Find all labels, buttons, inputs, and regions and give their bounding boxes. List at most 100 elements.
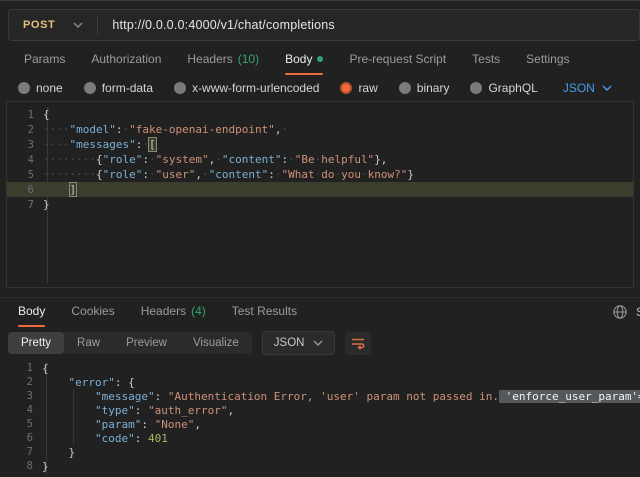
tab-label: Body — [18, 304, 45, 318]
url-input[interactable]: http://0.0.0.0:4000/v1/chat/completions — [98, 18, 335, 32]
tab-label: Params — [24, 52, 65, 66]
line-number: 7 — [6, 446, 42, 458]
code-text: ····] — [43, 183, 76, 196]
radio-icon — [84, 82, 96, 94]
body-mode-row: none form-data x-www-form-urlencoded raw bin… — [0, 77, 640, 99]
code-text: } — [43, 198, 50, 211]
body-filled-dot-icon — [317, 56, 323, 62]
tab-settings[interactable]: Settings — [514, 47, 581, 73]
response-tabs-right: S — [612, 298, 640, 325]
radio-icon — [340, 82, 352, 94]
radio-icon — [470, 82, 482, 94]
tab-tests[interactable]: Tests — [460, 47, 512, 73]
code-line: 3 "message": "Authentication Error, 'use… — [6, 389, 634, 403]
tab-label: Body — [285, 52, 312, 66]
line-number: 4 — [6, 404, 42, 416]
code-line: 6 "code": 401 — [6, 431, 634, 445]
tab-label: Authorization — [91, 52, 161, 66]
body-mode-form-data[interactable]: form-data — [84, 81, 153, 95]
code-text: "message": "Authentication Error, 'user'… — [42, 390, 640, 403]
code-text: ········{"role":·"system",·"content":·"B… — [43, 153, 387, 166]
tab-params[interactable]: Params — [12, 47, 77, 73]
code-line: 1{ — [7, 107, 633, 122]
body-mode-label: raw — [358, 81, 377, 95]
line-number: 5 — [6, 418, 42, 430]
code-line: 4 "type": "auth_error", — [6, 403, 634, 417]
view-raw[interactable]: Raw — [64, 332, 113, 354]
api-client-window: POST http://0.0.0.0:4000/v1/chat/complet… — [0, 0, 640, 477]
tab-label: Pre-request Script — [349, 52, 446, 66]
wrap-text-button[interactable] — [345, 332, 371, 355]
body-mode-label: x-www-form-urlencoded — [192, 81, 319, 95]
line-number: 2 — [7, 124, 43, 136]
wrap-text-icon — [350, 336, 366, 350]
code-line: 6····] — [7, 182, 633, 197]
body-mode-label: form-data — [102, 81, 153, 95]
code-line: 5 "param": "None", — [6, 417, 634, 431]
view-preview[interactable]: Preview — [113, 332, 180, 354]
code-text: } — [42, 446, 75, 459]
response-tab-headers[interactable]: Headers (4) — [129, 299, 218, 325]
raw-type-label: JSON — [563, 81, 595, 95]
tab-pre-request-script[interactable]: Pre-request Script — [337, 47, 458, 73]
code-text: ····"model":·"fake-openai-endpoint",· — [43, 123, 288, 136]
raw-type-dropdown[interactable]: JSON — [563, 81, 612, 95]
globe-icon[interactable] — [612, 304, 628, 320]
body-mode-binary[interactable]: binary — [399, 81, 450, 95]
method-label: POST — [23, 19, 55, 31]
tab-label: Settings — [526, 52, 569, 66]
response-view-switcher: PrettyRawPreviewVisualize — [8, 332, 252, 354]
response-tab-body[interactable]: Body — [6, 299, 57, 325]
chevron-down-icon — [602, 85, 612, 91]
tab-label: Cookies — [71, 304, 114, 318]
code-text: ····"messages":·[ — [43, 138, 156, 151]
line-number: 8 — [6, 460, 42, 472]
code-text: "param": "None", — [42, 418, 201, 431]
view-pretty[interactable]: Pretty — [8, 332, 64, 354]
body-mode-label: GraphQL — [488, 81, 537, 95]
body-mode-raw[interactable]: raw — [340, 81, 377, 95]
tab-authorization[interactable]: Authorization — [79, 47, 173, 73]
tab-label: Tests — [472, 52, 500, 66]
code-line: 2 "error": { — [6, 375, 634, 389]
response-tab-test-results[interactable]: Test Results — [220, 299, 309, 325]
line-number: 3 — [7, 139, 43, 151]
tab-count-badge: (10) — [238, 52, 259, 66]
line-number: 6 — [7, 184, 43, 196]
code-line: 4········{"role":·"system",·"content":·"… — [7, 152, 633, 167]
line-number: 1 — [7, 109, 43, 121]
clipped-status-text: S — [636, 305, 640, 319]
body-mode-graphql[interactable]: GraphQL — [470, 81, 537, 95]
code-text: { — [43, 108, 50, 121]
code-line: 1{ — [6, 361, 634, 375]
body-mode-none[interactable]: none — [18, 81, 63, 95]
response-type-label: JSON — [274, 337, 305, 349]
chevron-down-icon — [313, 340, 323, 346]
radio-icon — [174, 82, 186, 94]
method-dropdown[interactable]: POST — [9, 10, 97, 40]
code-text: ········{"role":·"user",·"content":·"Wha… — [43, 168, 414, 181]
line-number: 1 — [6, 362, 42, 374]
response-body-viewer[interactable]: 1{2 "error": {3 "message": "Authenticati… — [6, 357, 634, 477]
code-text: } — [42, 460, 49, 473]
code-text: "code": 401 — [42, 432, 168, 445]
code-text: "error": { — [42, 376, 135, 389]
tab-count-badge: (4) — [191, 304, 206, 318]
response-type-dropdown[interactable]: JSON — [262, 331, 336, 355]
response-toolbar: PrettyRawPreviewVisualize JSON — [8, 331, 640, 355]
line-number: 7 — [7, 199, 43, 211]
body-mode-x-www-form-urlencoded[interactable]: x-www-form-urlencoded — [174, 81, 319, 95]
request-tabs: Params Authorization Headers(10) Body Pre-re… — [0, 47, 640, 73]
tab-label: Test Results — [232, 304, 297, 318]
request-body-editor[interactable]: 1{2····"model":·"fake-openai-endpoint",·… — [6, 101, 634, 288]
response-tab-cookies[interactable]: Cookies — [59, 299, 126, 325]
view-visualize[interactable]: Visualize — [180, 332, 252, 354]
line-number: 6 — [6, 432, 42, 444]
chevron-down-icon — [73, 22, 83, 28]
code-line: 8} — [6, 459, 634, 473]
tab-body[interactable]: Body — [273, 47, 335, 73]
tab-headers[interactable]: Headers(10) — [175, 47, 271, 73]
tab-label: Headers — [141, 304, 186, 318]
radio-icon — [399, 82, 411, 94]
radio-icon — [18, 82, 30, 94]
